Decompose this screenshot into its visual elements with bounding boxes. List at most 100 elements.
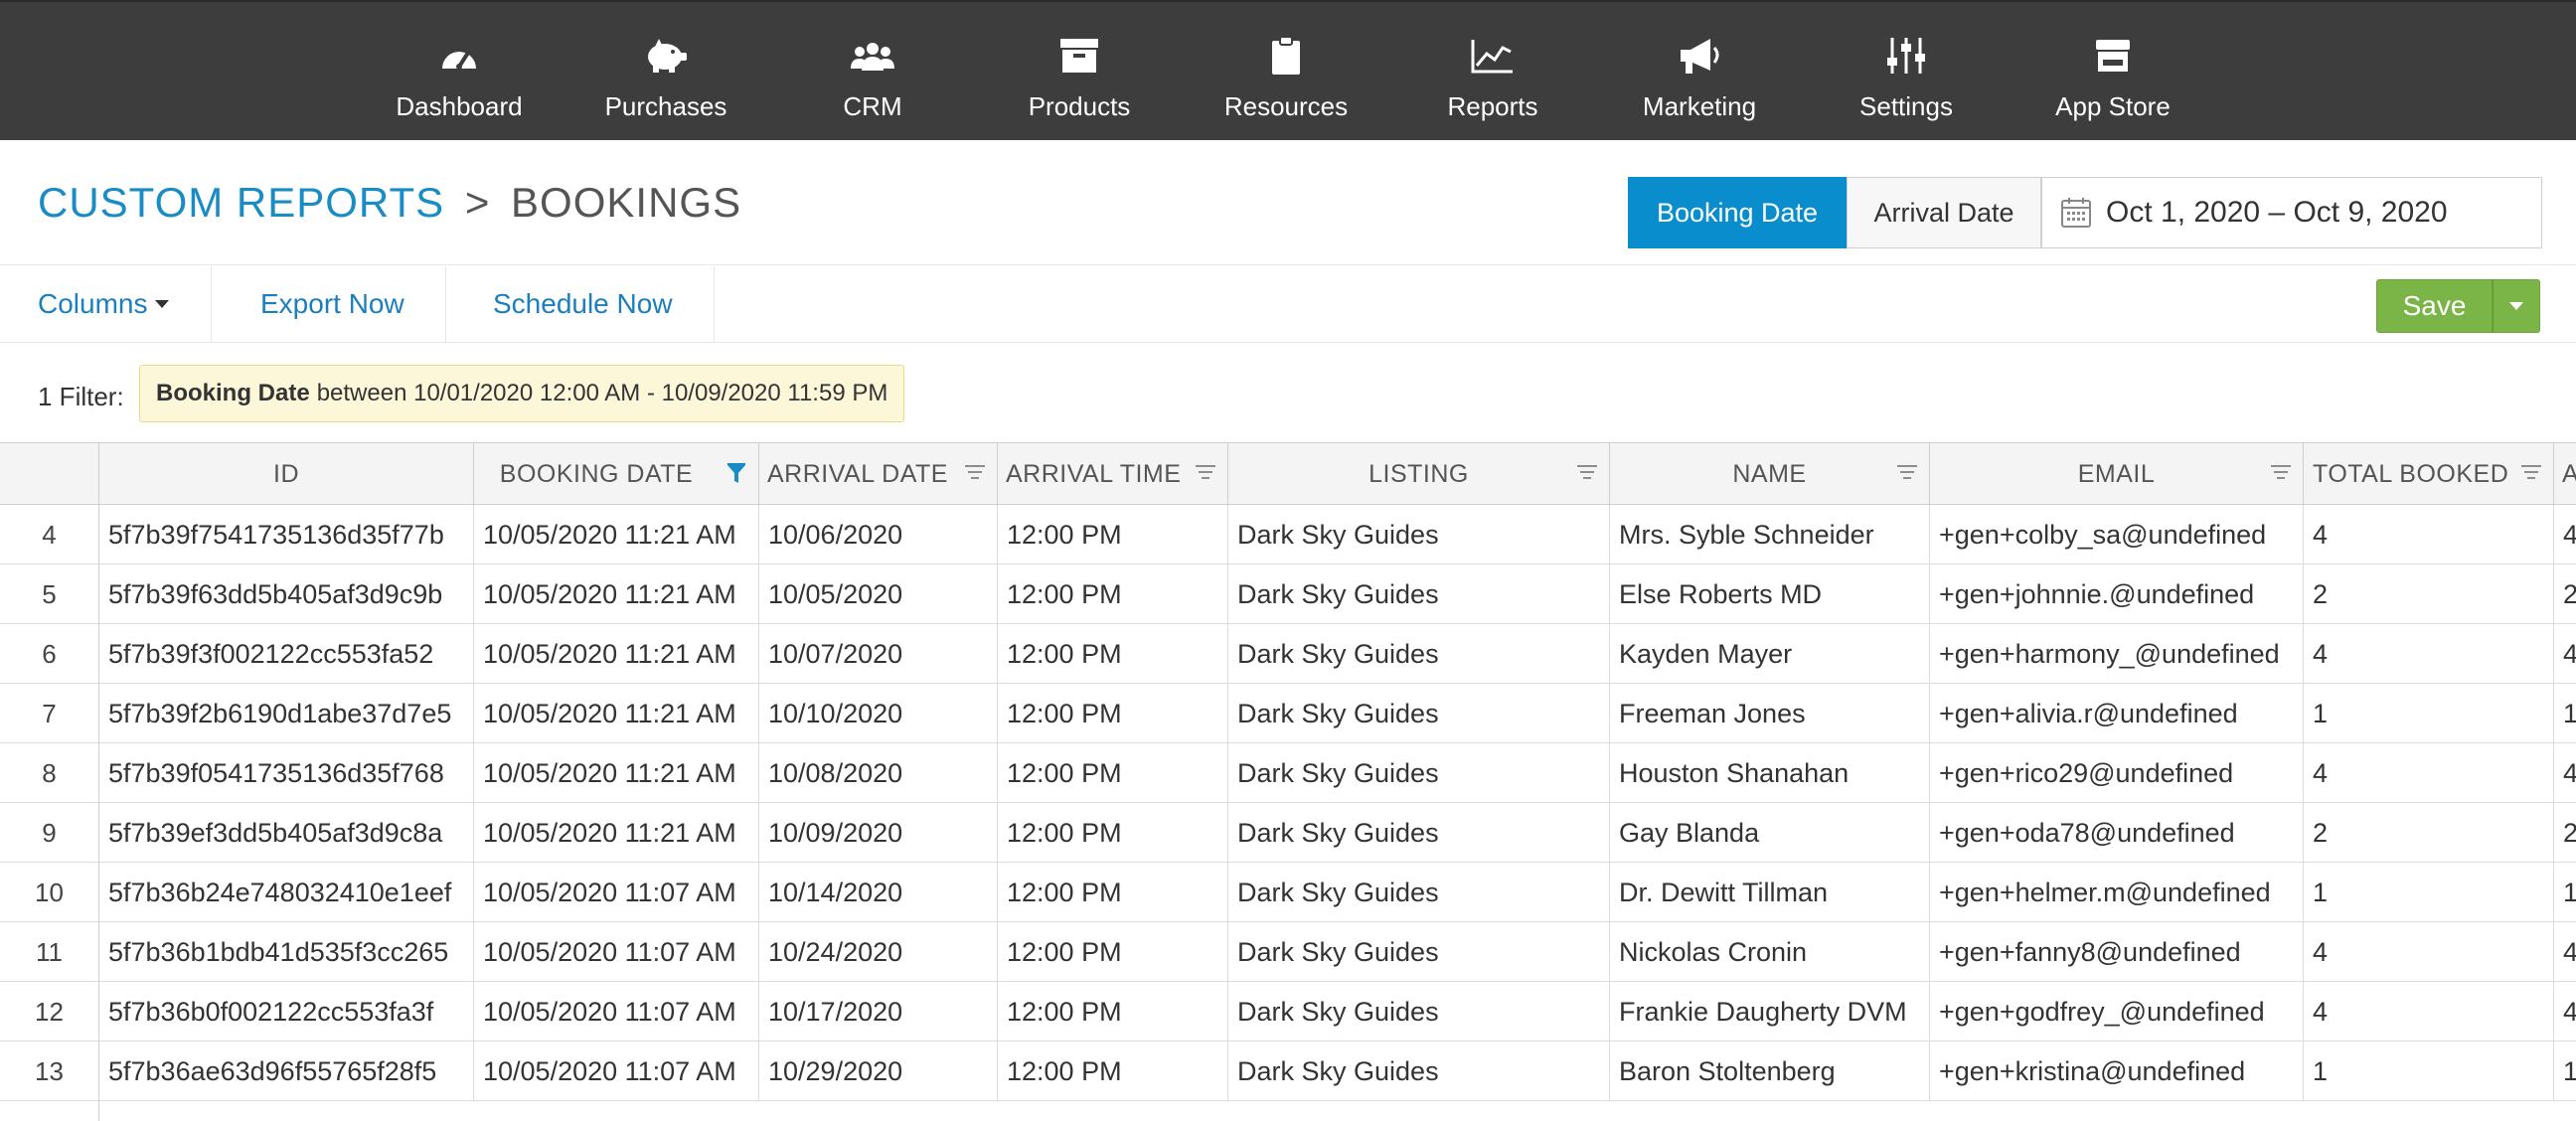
column-header-total-booked[interactable]: TOTAL BOOKED <box>2304 443 2554 505</box>
breadcrumb-custom-reports-link[interactable]: CUSTOM REPORTS <box>38 179 444 226</box>
cell-arrival-time: 12:00 PM <box>998 863 1228 922</box>
column-menu-icon[interactable] <box>1897 465 1917 479</box>
cell-arrival-date: 10/29/2020 <box>759 1041 998 1101</box>
cell-email: +gen+kristina@undefined <box>1930 1041 2304 1101</box>
column-header-arrival-time[interactable]: ARRIVAL TIME <box>998 443 1228 505</box>
cell-arrival-time: 12:00 PM <box>998 743 1228 803</box>
cell-booking-date: 10/05/2020 11:21 AM <box>474 684 759 743</box>
filter-count-label: 1 Filter: <box>38 382 124 411</box>
nav-item-purchases[interactable]: Purchases <box>566 2 765 142</box>
table-row[interactable]: 4 5f7b39f7541735136d35f77b 10/05/2020 11:2… <box>0 505 2576 564</box>
cell-email: +gen+harmony_@undefined <box>1930 624 2304 684</box>
column-header-arrival-date[interactable]: ARRIVAL DATE <box>759 443 998 505</box>
column-header-label: LISTING <box>1368 459 1469 488</box>
cell-booking-date: 10/05/2020 11:21 AM <box>474 803 759 863</box>
column-menu-icon[interactable] <box>1196 465 1215 479</box>
filter-condition: between 10/01/2020 12:00 AM - 10/09/2020… <box>316 380 888 406</box>
cell-id: 5f7b39f0541735136d35f768 <box>99 743 474 803</box>
column-header-truncated[interactable]: A <box>2554 443 2576 505</box>
nav-label: Marketing <box>1642 91 1757 121</box>
save-button[interactable]: Save <box>2376 279 2493 333</box>
cell-email: +gen+fanny8@undefined <box>1930 922 2304 982</box>
row-number: 4 <box>0 505 99 564</box>
cell-booking-date: 10/05/2020 11:21 AM <box>474 624 759 684</box>
cell-arrival-date: 10/14/2020 <box>759 863 998 922</box>
table-row[interactable]: 6 5f7b39f3f002122cc553fa52 10/05/2020 11:2… <box>0 624 2576 684</box>
cell-arrival-time: 12:00 PM <box>998 564 1228 624</box>
gauge-icon <box>438 32 480 80</box>
column-menu-icon[interactable] <box>1577 465 1597 479</box>
cell-total-booked: 1 <box>2304 1041 2554 1101</box>
table-row[interactable]: 10 5f7b36b24e748032410e1eef 10/05/2020 11:… <box>0 863 2576 922</box>
cell-name: Else Roberts MD <box>1610 564 1930 624</box>
nav-item-resources[interactable]: Resources <box>1187 2 1385 142</box>
cell-truncated: 4 <box>2554 743 2576 803</box>
cell-listing: Dark Sky Guides <box>1228 863 1610 922</box>
date-range-picker[interactable]: Oct 1, 2020 – Oct 9, 2020 <box>2041 177 2542 248</box>
column-header-id[interactable]: ID <box>99 443 474 505</box>
column-header-label: ARRIVAL DATE <box>767 459 948 488</box>
table-row[interactable]: 12 5f7b36b0f002122cc553fa3f 10/05/2020 11:… <box>0 982 2576 1041</box>
cell-name: Gay Blanda <box>1610 803 1930 863</box>
toolbar-separator <box>211 266 212 342</box>
filter-chip[interactable]: Booking Date between 10/01/2020 12:00 AM… <box>139 365 905 422</box>
nav-label: Purchases <box>604 91 727 121</box>
nav-item-reports[interactable]: Reports <box>1393 2 1592 142</box>
cell-listing: Dark Sky Guides <box>1228 922 1610 982</box>
cell-total-booked: 1 <box>2304 863 2554 922</box>
table-row[interactable]: 9 5f7b39ef3dd5b405af3d9c8a 10/05/2020 11:2… <box>0 803 2576 863</box>
table-row[interactable]: 13 5f7b36ae63d96f55765f28f5 10/05/2020 11:… <box>0 1041 2576 1101</box>
column-menu-icon[interactable] <box>2271 465 2291 479</box>
cell-arrival-date: 10/05/2020 <box>759 564 998 624</box>
filter-field: Booking Date <box>156 380 310 406</box>
table-body: 4 5f7b39f7541735136d35f77b 10/05/2020 11:2… <box>0 505 2576 1121</box>
nav-label: CRM <box>843 91 902 121</box>
cell-email: +gen+godfrey_@undefined <box>1930 982 2304 1041</box>
cell-booking-date: 10/05/2020 11:21 AM <box>474 564 759 624</box>
line-chart-icon <box>1471 32 1515 80</box>
column-header-email[interactable]: EMAIL <box>1930 443 2304 505</box>
arrival-date-toggle[interactable]: Arrival Date <box>1847 177 2041 248</box>
schedule-now-button[interactable]: Schedule Now <box>493 266 673 342</box>
row-number: 6 <box>0 624 99 684</box>
nav-item-dashboard[interactable]: Dashboard <box>360 2 559 142</box>
nav-item-settings[interactable]: Settings <box>1807 2 2006 142</box>
cell-arrival-date: 10/17/2020 <box>759 982 998 1041</box>
sliders-icon <box>1884 32 1928 80</box>
cell-total-booked: 4 <box>2304 982 2554 1041</box>
save-options-dropdown[interactable] <box>2493 279 2540 333</box>
nav-item-app-store[interactable]: App Store <box>2013 2 2212 142</box>
cell-total-booked: 4 <box>2304 505 2554 564</box>
column-header-name[interactable]: NAME <box>1610 443 1930 505</box>
column-menu-icon[interactable] <box>965 465 985 479</box>
cell-booking-date: 10/05/2020 11:07 AM <box>474 1041 759 1101</box>
filter-funnel-icon[interactable] <box>726 463 746 492</box>
table-row[interactable]: 7 5f7b39f2b6190d1abe37d7e5 10/05/2020 11:2… <box>0 684 2576 743</box>
cell-email: +gen+johnnie.@undefined <box>1930 564 2304 624</box>
booking-date-toggle[interactable]: Booking Date <box>1628 177 1847 248</box>
columns-dropdown[interactable]: Columns <box>38 266 170 342</box>
nav-item-crm[interactable]: CRM <box>773 2 972 142</box>
export-now-button[interactable]: Export Now <box>260 266 404 342</box>
nav-item-marketing[interactable]: Marketing <box>1600 2 1799 142</box>
cell-email: +gen+colby_sa@undefined <box>1930 505 2304 564</box>
column-menu-icon[interactable] <box>2521 465 2541 479</box>
cell-id: 5f7b39f2b6190d1abe37d7e5 <box>99 684 474 743</box>
nav-item-products[interactable]: Products <box>980 2 1179 142</box>
table-row[interactable]: 11 5f7b36b1bdb41d535f3cc265 10/05/2020 11:… <box>0 922 2576 982</box>
page-title: BOOKINGS <box>511 179 742 226</box>
table-row[interactable]: 5 5f7b39f63dd5b405af3d9c9b 10/05/2020 11:2… <box>0 564 2576 624</box>
column-header-listing[interactable]: LISTING <box>1228 443 1610 505</box>
nav-label: Dashboard <box>396 91 523 121</box>
column-header-booking-date[interactable]: BOOKING DATE <box>474 443 759 505</box>
cell-listing: Dark Sky Guides <box>1228 684 1610 743</box>
cell-booking-date: 10/05/2020 11:07 AM <box>474 982 759 1041</box>
table-row[interactable]: 8 5f7b39f0541735136d35f768 10/05/2020 11:2… <box>0 743 2576 803</box>
column-header-label: A <box>2562 460 2576 489</box>
cell-arrival-date: 10/06/2020 <box>759 505 998 564</box>
cell-name: Mrs. Syble Schneider <box>1610 505 1930 564</box>
cell-total-booked: 2 <box>2304 803 2554 863</box>
cell-listing: Dark Sky Guides <box>1228 505 1610 564</box>
caret-down-icon <box>155 300 170 308</box>
cell-email: +gen+rico29@undefined <box>1930 743 2304 803</box>
